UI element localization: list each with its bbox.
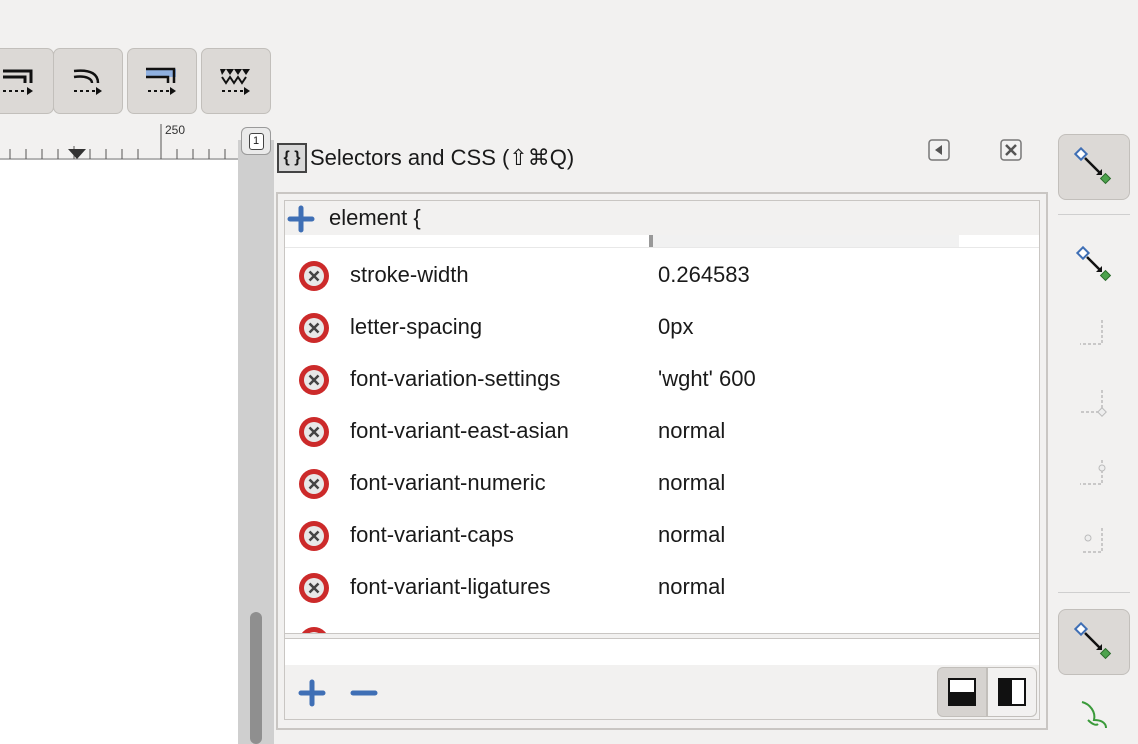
property-value[interactable]: normal [658,573,725,601]
property-value[interactable]: 0px [658,313,693,341]
property-row: font-variant-ligatures normal [285,561,1039,613]
property-value[interactable]: 0.264583 [658,261,750,289]
delete-property-icon[interactable] [297,259,331,293]
snap-dot-icon[interactable] [1074,520,1114,560]
toolbar-button-path-effect[interactable] [0,48,54,114]
horizontal-ruler: 250 [0,118,240,160]
property-value[interactable]: normal [658,469,725,497]
snap-nodes-icon [1074,147,1112,185]
path-curve-icon [73,69,102,95]
css-properties-panel: element { stroke-width 0.264583 letter-s… [284,200,1040,720]
property-row-clipped [285,615,1039,633]
snap-options-button[interactable] [1058,609,1130,675]
add-selector-icon[interactable] [297,678,327,708]
path-fill-icon [146,67,176,95]
selector-label: element { [329,205,421,230]
snap-corner-icon[interactable] [1074,312,1114,352]
sidebar-divider [1058,214,1130,215]
property-value[interactable]: 'wght' 600 [658,365,756,393]
property-name[interactable]: font-variant-ligatures [350,573,551,601]
property-name[interactable]: letter-spacing [350,313,482,341]
property-row: font-variant-caps normal [285,509,1039,561]
property-value[interactable]: normal [658,521,725,549]
property-value[interactable]: normal [658,417,725,445]
property-row: font-variant-numeric normal [285,457,1039,509]
snap-center-icon[interactable] [1074,454,1114,494]
property-name[interactable]: font-variant-caps [350,521,514,549]
snap-midpoint-icon[interactable] [1074,384,1114,424]
horizontal-split-icon [948,678,976,706]
value-column-header [649,235,959,247]
property-list: stroke-width 0.264583 letter-spacing 0px… [285,249,1039,633]
column-resize-handle[interactable] [649,235,653,247]
property-row: letter-spacing 0px [285,301,1039,353]
property-row: font-variant-east-asian normal [285,405,1039,457]
property-name[interactable]: font-variant-numeric [350,469,546,497]
toolbar-button-path-dots[interactable] [201,48,271,114]
dialog-title: Selectors and CSS (⇧⌘Q) [310,145,575,170]
delete-property-icon[interactable] [297,625,331,633]
property-name[interactable]: stroke-width [350,261,469,289]
empty-row [285,639,1039,665]
snap-nodes-icon [1074,622,1112,660]
snap-nodes-icon[interactable] [1074,244,1114,284]
toolbar-button-path-fill[interactable] [127,48,197,114]
close-icon [1000,139,1022,161]
delete-property-icon[interactable] [297,415,331,449]
snap-curve-icon[interactable] [1074,694,1114,734]
toolbar-button-path-curve[interactable] [53,48,123,114]
collapse-arrow-icon [928,139,950,161]
remove-selector-icon[interactable] [349,678,379,708]
close-dialog-button[interactable] [998,137,1024,163]
page-number: 1 [248,132,264,150]
layout-vertical-button[interactable] [987,667,1037,717]
delete-property-icon[interactable] [297,571,331,605]
path-dots-icon [220,69,250,95]
property-row: stroke-width 0.264583 [285,249,1039,301]
dialog-bottom-edge [276,728,1048,744]
ruler-label: 250 [165,123,186,137]
drawing-canvas[interactable] [0,160,238,744]
property-row: font-variation-settings 'wght' 600 [285,353,1039,405]
divider [285,247,1039,248]
delete-property-icon[interactable] [297,467,331,501]
collapse-button[interactable] [926,137,952,163]
scrollbar-thumb[interactable] [250,612,262,744]
vertical-split-icon [998,678,1026,706]
delete-property-icon[interactable] [297,519,331,553]
property-name[interactable]: font-variation-settings [350,365,560,393]
property-name[interactable]: font-variant-east-asian [350,417,569,445]
snap-toggle-button[interactable] [1058,134,1130,200]
add-property-icon[interactable] [287,205,315,233]
css-braces-icon: { } [277,143,307,173]
delete-property-icon[interactable] [297,363,331,397]
sidebar-divider [1058,592,1130,593]
delete-property-icon[interactable] [297,311,331,345]
page-indicator[interactable]: 1 [241,127,271,155]
path-effect-icon [3,69,33,95]
selector-header: element { [285,201,1039,235]
dialog-footer [285,665,1039,719]
layout-horizontal-button[interactable] [937,667,987,717]
